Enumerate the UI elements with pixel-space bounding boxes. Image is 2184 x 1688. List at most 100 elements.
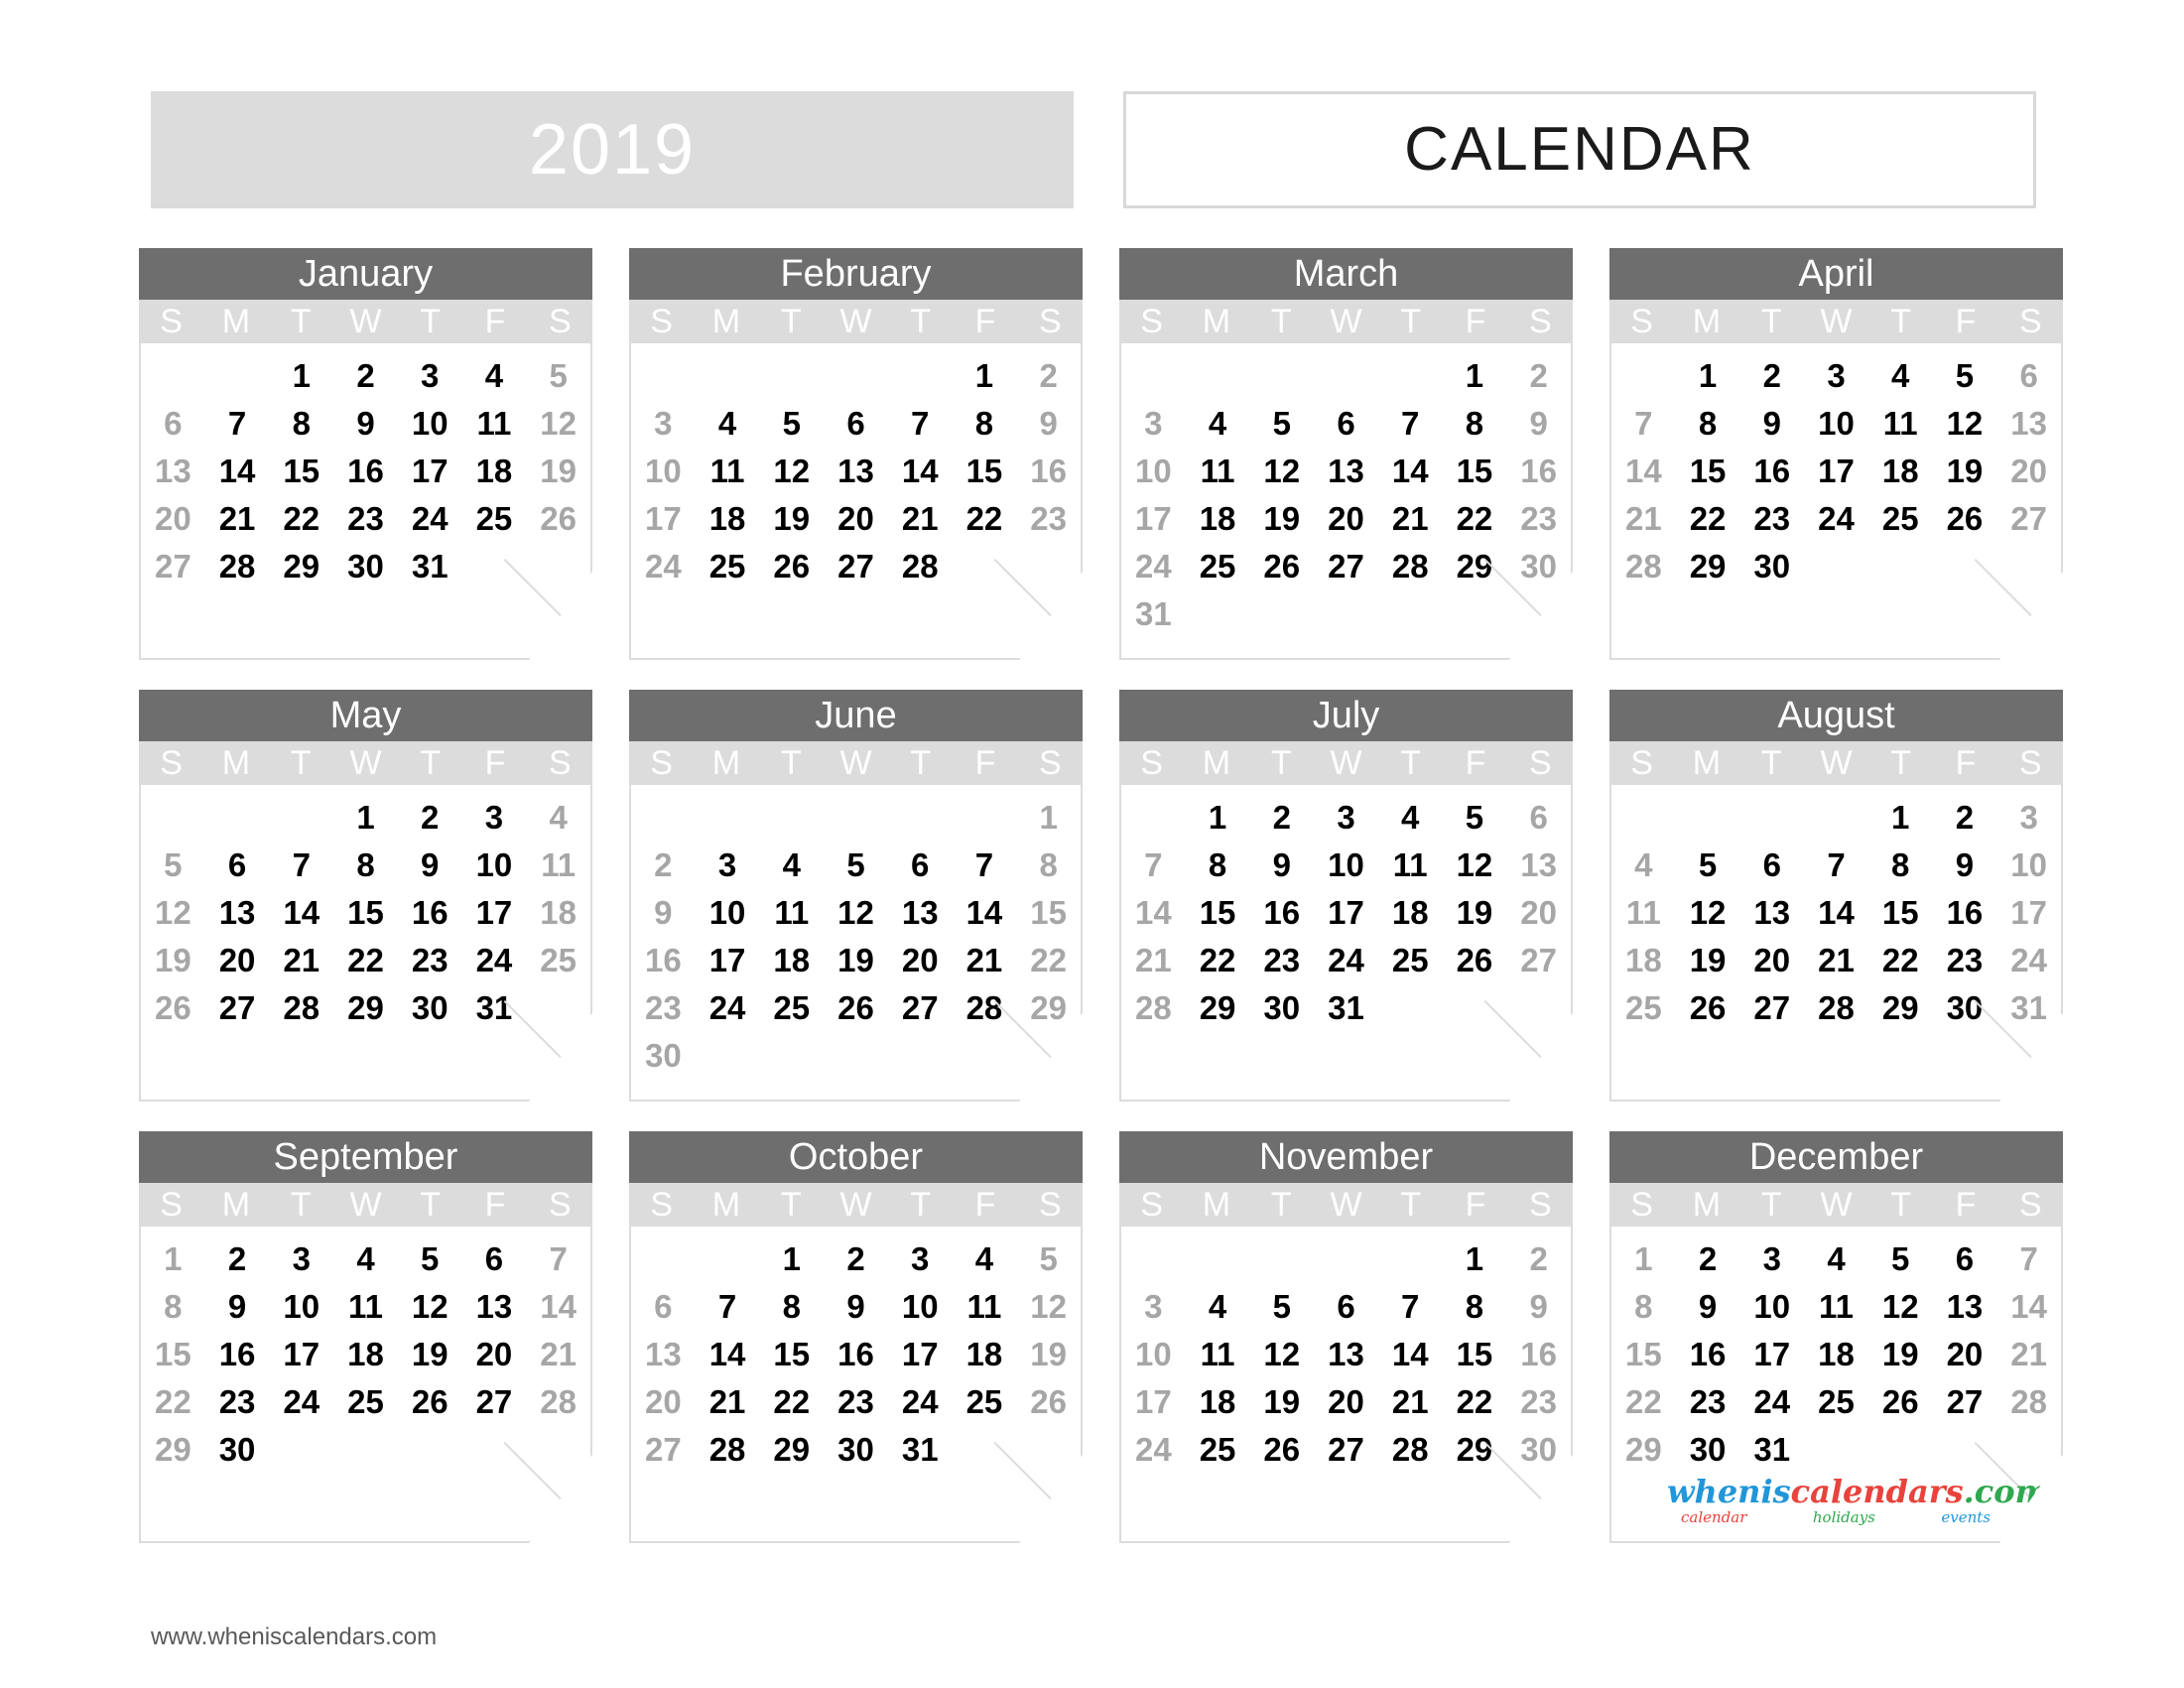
day-cell[interactable]: 2 bbox=[1016, 351, 1081, 399]
day-cell[interactable]: 8 bbox=[1186, 841, 1250, 888]
day-cell[interactable]: 25 bbox=[1186, 542, 1250, 589]
day-cell[interactable]: 8 bbox=[269, 399, 333, 447]
day-cell[interactable]: 28 bbox=[888, 542, 953, 589]
day-cell[interactable]: 29 bbox=[333, 983, 398, 1031]
day-cell[interactable]: 15 bbox=[953, 447, 1017, 494]
day-cell[interactable]: 17 bbox=[696, 936, 760, 983]
day-cell[interactable]: 28 bbox=[953, 983, 1017, 1031]
day-cell[interactable]: 13 bbox=[1506, 841, 1571, 888]
day-cell[interactable]: 23 bbox=[1506, 494, 1571, 542]
day-cell[interactable]: 27 bbox=[1506, 936, 1571, 983]
day-cell[interactable]: 12 bbox=[759, 447, 824, 494]
month-card[interactable]: January S M T W T F S 1 2 3 4 5 6 7 8 9 10 11 12 13 14 15 16 17 1… bbox=[139, 248, 592, 660]
day-cell[interactable]: 24 bbox=[696, 983, 760, 1031]
day-cell[interactable]: 26 bbox=[1249, 1425, 1314, 1473]
day-cell[interactable]: 15 bbox=[141, 1330, 205, 1377]
day-cell[interactable]: 25 bbox=[333, 1377, 398, 1425]
day-cell[interactable]: 24 bbox=[462, 936, 527, 983]
day-cell[interactable]: 23 bbox=[631, 983, 696, 1031]
day-cell[interactable]: 10 bbox=[462, 841, 527, 888]
day-cell[interactable]: 11 bbox=[1378, 841, 1443, 888]
day-cell[interactable]: 4 bbox=[1378, 793, 1443, 841]
day-cell[interactable]: 12 bbox=[1443, 841, 1507, 888]
month-card[interactable]: June S M T W T F S 1 2 3 4 5 6 7 8 9 10 11 12 13 14 15 16 17 18 19… bbox=[629, 690, 1083, 1102]
day-cell[interactable]: 12 bbox=[398, 1282, 462, 1330]
day-cell[interactable]: 30 bbox=[1249, 983, 1314, 1031]
day-cell[interactable]: 16 bbox=[1676, 1330, 1740, 1377]
day-cell[interactable]: 18 bbox=[759, 936, 824, 983]
day-cell[interactable]: 13 bbox=[462, 1282, 527, 1330]
day-cell[interactable]: 2 bbox=[631, 841, 696, 888]
month-card[interactable]: March S M T W T F S 1 2 3 4 5 6 7 8 9 10 11 12 13 14 15 16 17 18 1… bbox=[1119, 248, 1573, 660]
day-cell[interactable]: 30 bbox=[1933, 983, 1997, 1031]
day-cell[interactable]: 3 bbox=[1121, 1282, 1186, 1330]
day-cell[interactable]: 29 bbox=[1611, 1425, 1676, 1473]
day-cell[interactable]: 20 bbox=[888, 936, 953, 983]
day-cell[interactable]: 24 bbox=[1121, 542, 1186, 589]
day-cell[interactable]: 9 bbox=[1506, 399, 1571, 447]
day-cell[interactable]: 6 bbox=[1314, 399, 1378, 447]
day-cell[interactable]: 24 bbox=[1804, 494, 1868, 542]
day-cell[interactable]: 5 bbox=[1676, 841, 1740, 888]
day-cell[interactable]: 28 bbox=[696, 1425, 760, 1473]
day-cell[interactable]: 25 bbox=[1378, 936, 1443, 983]
day-cell[interactable]: 29 bbox=[269, 542, 333, 589]
day-cell[interactable]: 27 bbox=[1933, 1377, 1997, 1425]
day-cell[interactable]: 21 bbox=[1804, 936, 1868, 983]
day-cell[interactable]: 9 bbox=[1933, 841, 1997, 888]
day-cell[interactable]: 7 bbox=[1121, 841, 1186, 888]
day-cell[interactable]: 13 bbox=[1314, 1330, 1378, 1377]
day-cell[interactable]: 3 bbox=[398, 351, 462, 399]
day-cell[interactable]: 4 bbox=[1186, 399, 1250, 447]
day-cell[interactable]: 27 bbox=[1314, 542, 1378, 589]
day-cell[interactable]: 14 bbox=[526, 1282, 590, 1330]
day-cell[interactable]: 22 bbox=[1676, 494, 1740, 542]
day-cell[interactable]: 6 bbox=[1739, 841, 1804, 888]
day-cell[interactable]: 14 bbox=[1804, 888, 1868, 936]
day-cell[interactable]: 19 bbox=[526, 447, 590, 494]
day-cell[interactable]: 18 bbox=[1611, 936, 1676, 983]
day-cell[interactable]: 29 bbox=[1443, 542, 1507, 589]
day-cell[interactable]: 17 bbox=[269, 1330, 333, 1377]
day-cell[interactable]: 23 bbox=[1249, 936, 1314, 983]
day-cell[interactable]: 25 bbox=[1186, 1425, 1250, 1473]
day-cell[interactable]: 8 bbox=[953, 399, 1017, 447]
day-cell[interactable]: 10 bbox=[696, 888, 760, 936]
day-cell[interactable]: 5 bbox=[526, 351, 590, 399]
day-cell[interactable]: 14 bbox=[953, 888, 1017, 936]
day-cell[interactable]: 3 bbox=[1996, 793, 2061, 841]
day-cell[interactable]: 30 bbox=[1739, 542, 1804, 589]
day-cell[interactable]: 27 bbox=[205, 983, 270, 1031]
day-cell[interactable]: 11 bbox=[526, 841, 590, 888]
day-cell[interactable]: 19 bbox=[1443, 888, 1507, 936]
day-cell[interactable]: 18 bbox=[1804, 1330, 1868, 1377]
day-cell[interactable]: 16 bbox=[1933, 888, 1997, 936]
day-cell[interactable]: 24 bbox=[1121, 1425, 1186, 1473]
day-cell[interactable]: 12 bbox=[1676, 888, 1740, 936]
day-cell[interactable]: 10 bbox=[1804, 399, 1868, 447]
day-cell[interactable]: 8 bbox=[141, 1282, 205, 1330]
day-cell[interactable]: 3 bbox=[696, 841, 760, 888]
day-cell[interactable]: 26 bbox=[824, 983, 888, 1031]
day-cell[interactable]: 21 bbox=[1611, 494, 1676, 542]
day-cell[interactable]: 13 bbox=[888, 888, 953, 936]
day-cell[interactable]: 3 bbox=[888, 1234, 953, 1282]
day-cell[interactable]: 4 bbox=[759, 841, 824, 888]
day-cell[interactable]: 29 bbox=[1868, 983, 1933, 1031]
day-cell[interactable]: 2 bbox=[205, 1234, 270, 1282]
day-cell[interactable]: 4 bbox=[462, 351, 527, 399]
day-cell[interactable]: 4 bbox=[696, 399, 760, 447]
day-cell[interactable]: 25 bbox=[953, 1377, 1017, 1425]
day-cell[interactable]: 22 bbox=[1016, 936, 1081, 983]
day-cell[interactable]: 24 bbox=[1996, 936, 2061, 983]
day-cell[interactable]: 11 bbox=[1868, 399, 1933, 447]
day-cell[interactable]: 17 bbox=[1314, 888, 1378, 936]
day-cell[interactable]: 13 bbox=[205, 888, 270, 936]
day-cell[interactable]: 17 bbox=[888, 1330, 953, 1377]
day-cell[interactable]: 13 bbox=[824, 447, 888, 494]
day-cell[interactable]: 17 bbox=[1739, 1330, 1804, 1377]
day-cell[interactable]: 5 bbox=[824, 841, 888, 888]
day-cell[interactable]: 30 bbox=[824, 1425, 888, 1473]
day-cell[interactable]: 16 bbox=[1506, 1330, 1571, 1377]
day-cell[interactable]: 16 bbox=[333, 447, 398, 494]
